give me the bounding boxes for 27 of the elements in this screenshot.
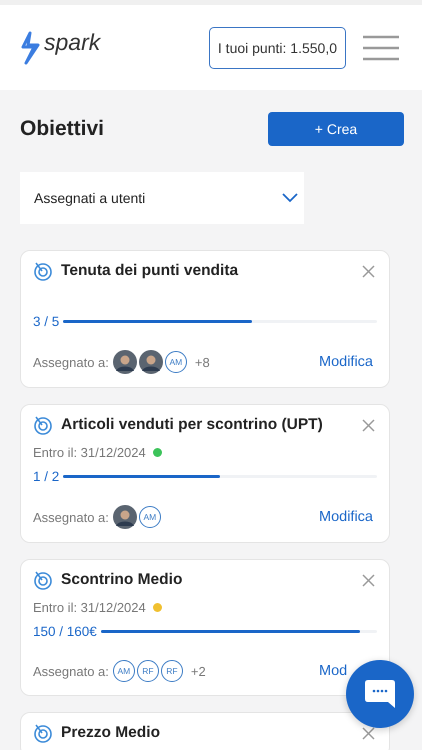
create-button[interactable]: + Crea <box>268 112 404 146</box>
user-initials: RF <box>160 660 183 682</box>
logo[interactable]: spark <box>44 28 100 56</box>
due-date: Entro il: 31/12/2024 <box>33 445 146 460</box>
more-count: +8 <box>194 354 210 370</box>
goal-title: Tenuta dei punti vendita <box>61 262 240 280</box>
user-initials: AM <box>164 351 187 373</box>
progress-value: 3 / 5 <box>33 314 60 329</box>
points-button[interactable]: I tuoi punti: 1.550,0 <box>208 26 346 68</box>
user-initials: AM <box>138 506 161 528</box>
goal-title: Articoli venduti per scontrino (UPT) <box>61 416 324 434</box>
edit-link[interactable]: Modifica <box>319 354 373 370</box>
page-title: Obiettivi <box>20 117 104 141</box>
assigned-label: Assegnato a: <box>33 510 109 524</box>
progress-value: 150 / 160€ <box>33 624 97 639</box>
goal-title: Prezzo Medio <box>61 724 162 742</box>
filter-dropdown[interactable]: Assegnati a utenti <box>20 172 304 224</box>
goal-title: Scontrino Medio <box>61 571 184 589</box>
assigned-label: Assegnato a: <box>33 354 109 370</box>
due-date: Entro il: 31/12/2024 <box>33 600 146 615</box>
edit-link[interactable]: Modifica <box>319 509 373 525</box>
assigned-label: Assegnato a: <box>33 664 109 678</box>
more-count: +2 <box>190 664 206 678</box>
edit-link[interactable]: Mod <box>319 663 348 679</box>
progress-value: 1 / 2 <box>33 469 60 484</box>
user-initials: AM <box>112 660 135 682</box>
user-initials: RF <box>136 660 159 682</box>
